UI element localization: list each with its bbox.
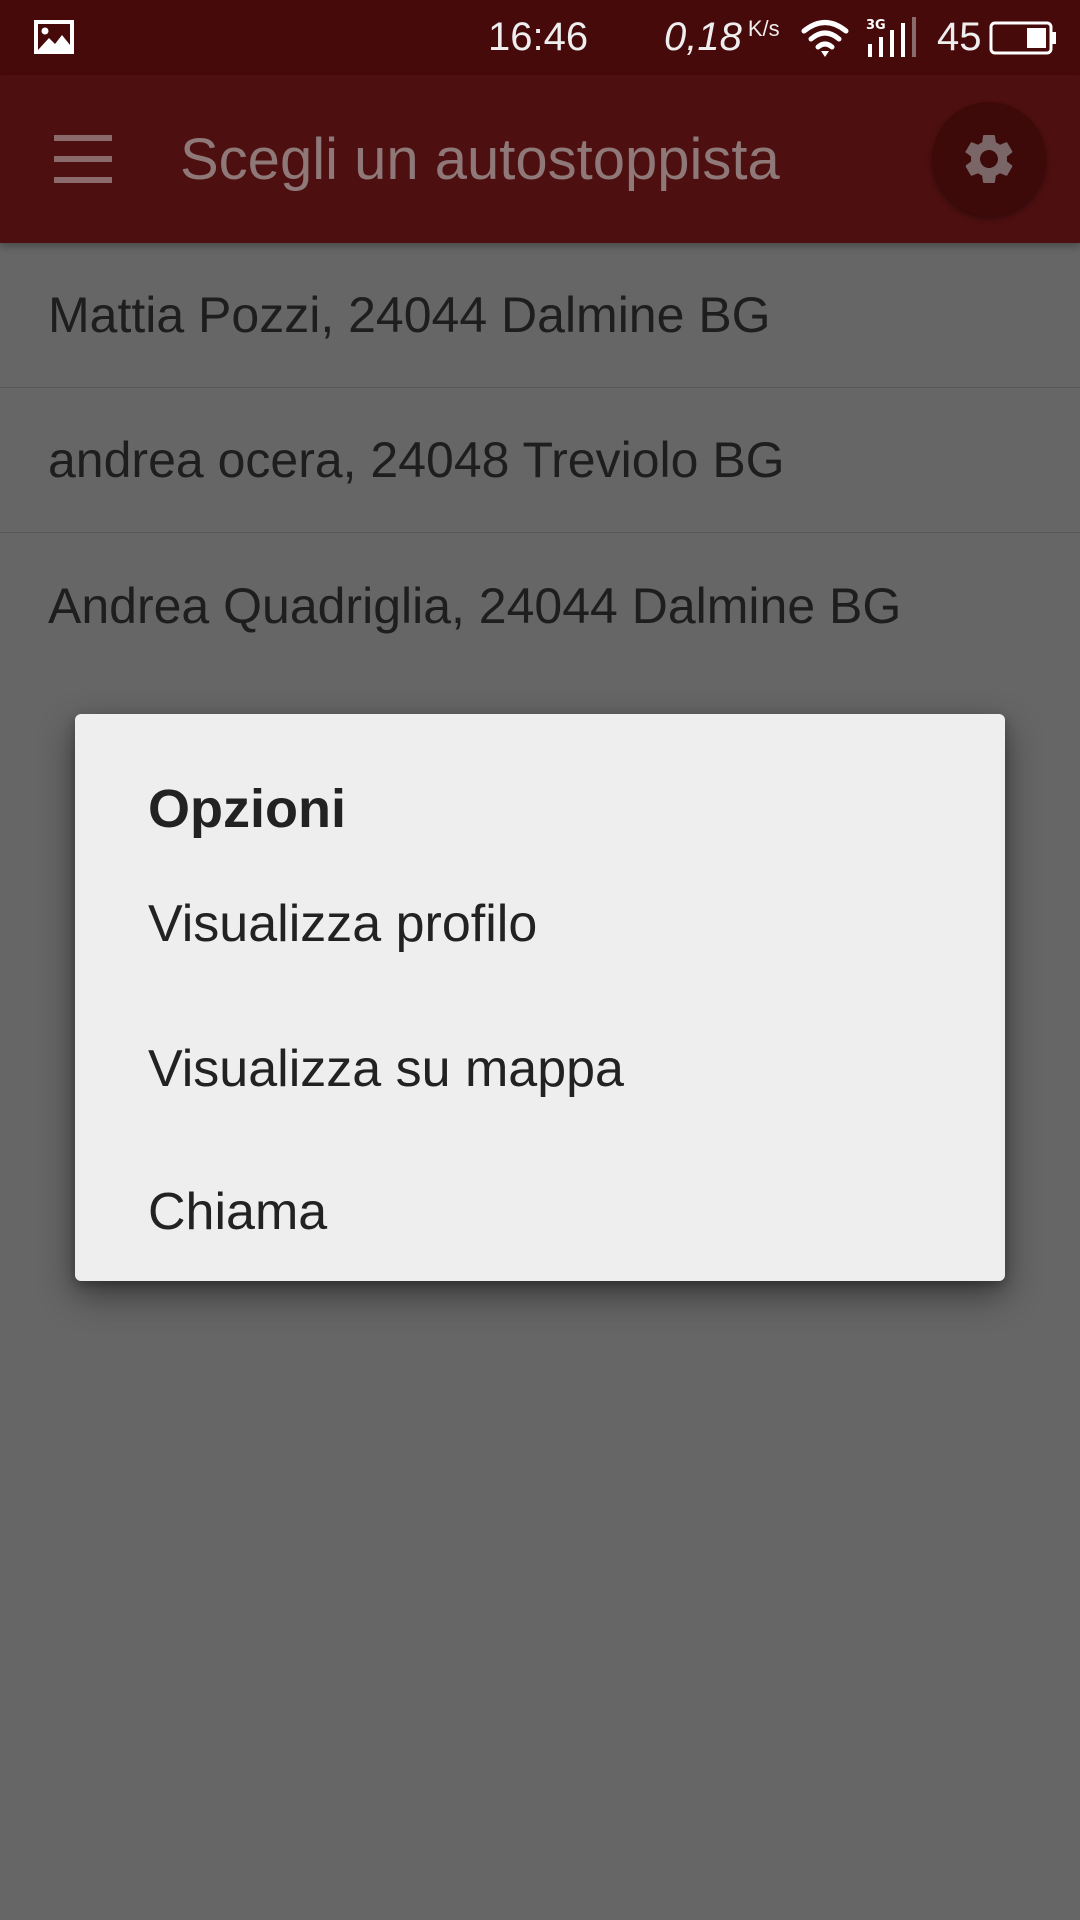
network-speed-value: 0,18 [664, 15, 742, 59]
call-option[interactable]: Chiama [148, 1162, 928, 1262]
list-item-label: Andrea Quadriglia, 24044 Dalmine BG [48, 577, 902, 634]
list-item-label: andrea ocera, 24048 Treviolo BG [48, 432, 785, 488]
wifi-icon [801, 20, 849, 57]
list-item[interactable]: Andrea Quadriglia, 24044 Dalmine BG [0, 533, 1080, 678]
svg-text:3G: 3G [866, 18, 886, 33]
gallery-icon [34, 20, 74, 54]
hitchhiker-list: Mattia Pozzi, 24044 Dalmine BG andrea oc… [0, 243, 1080, 678]
network-speed: 0,18 K/s [664, 12, 780, 62]
view-on-map-option[interactable]: Visualizza su mappa [148, 1019, 928, 1119]
menu-icon[interactable] [34, 119, 134, 199]
battery-level: 45 [937, 15, 982, 59]
dialog-title: Opzioni [148, 779, 346, 839]
status-time: 16:46 [488, 15, 589, 59]
settings-button[interactable] [932, 102, 1046, 216]
list-item-label: Mattia Pozzi, 24044 Dalmine BG [48, 287, 771, 343]
list-item[interactable]: Mattia Pozzi, 24044 Dalmine BG [0, 243, 1080, 388]
gear-icon [964, 135, 1013, 183]
status-bar: 16:46 0,18 K/s 3G 45 [0, 0, 1080, 75]
network-speed-unit: K/s [747, 16, 780, 41]
app-bar: Scegli un autostoppista [0, 75, 1080, 243]
battery-icon [989, 21, 1056, 55]
view-profile-option[interactable]: Visualizza profilo [148, 874, 928, 974]
options-dialog: Opzioni Visualizza profilo Visualizza su… [75, 714, 1005, 1281]
signal-3g-icon: 3G [866, 17, 916, 57]
list-item[interactable]: andrea ocera, 24048 Treviolo BG [0, 388, 1080, 533]
page-title: Scegli un autostoppista [180, 127, 780, 192]
